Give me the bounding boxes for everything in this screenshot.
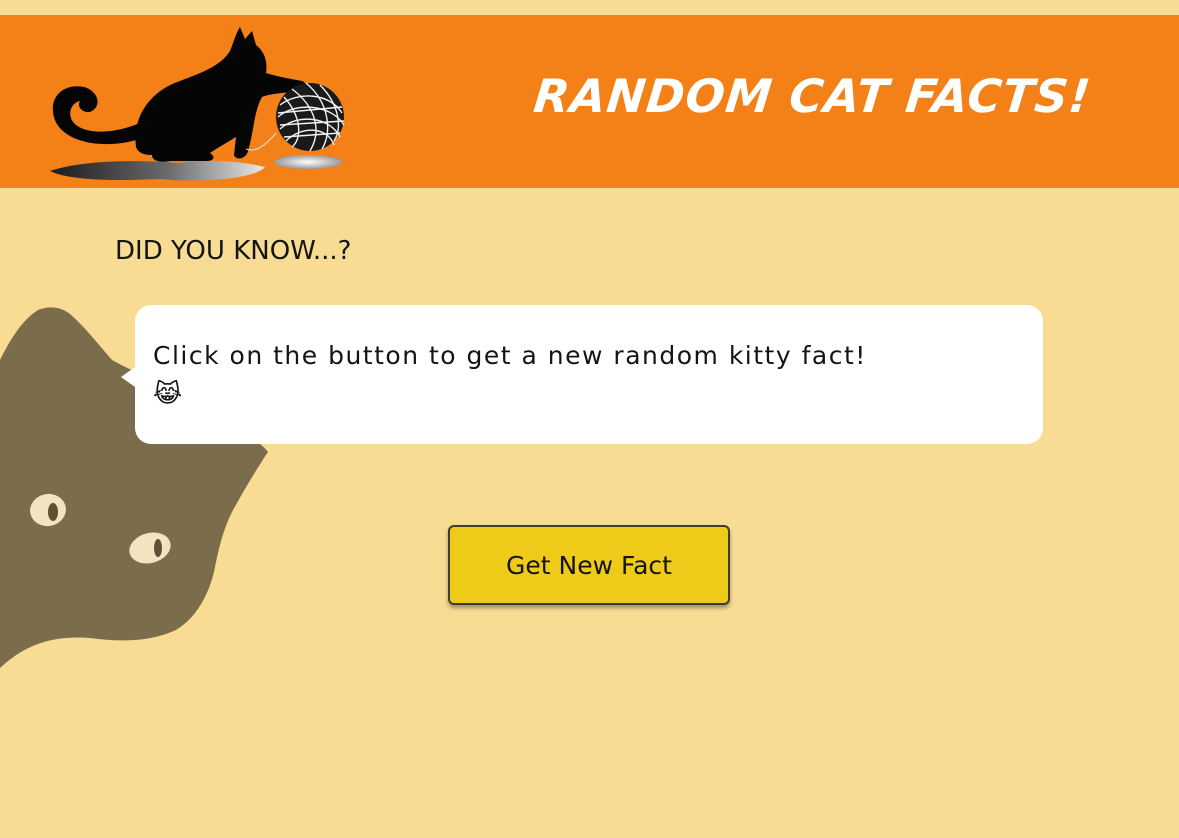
speech-bubble-tail	[121, 367, 135, 387]
cat-tears-of-joy-icon: 😹	[153, 379, 184, 408]
fact-speech-bubble: Click on the button to get a new random …	[121, 305, 1043, 444]
page: RANDOM CAT FACTS! DID YOU KNOW...? Click…	[0, 0, 1179, 838]
fact-text-container: Click on the button to get a new random …	[153, 337, 1025, 413]
did-you-know-heading: DID YOU KNOW...?	[115, 236, 352, 266]
fact-text: Click on the button to get a new random …	[153, 341, 867, 370]
site-title: RANDOM CAT FACTS!	[531, 69, 1094, 123]
cat-yarn-logo-icon	[50, 27, 345, 181]
get-new-fact-button[interactable]: Get New Fact	[448, 525, 730, 605]
site-header: RANDOM CAT FACTS!	[0, 15, 1179, 188]
